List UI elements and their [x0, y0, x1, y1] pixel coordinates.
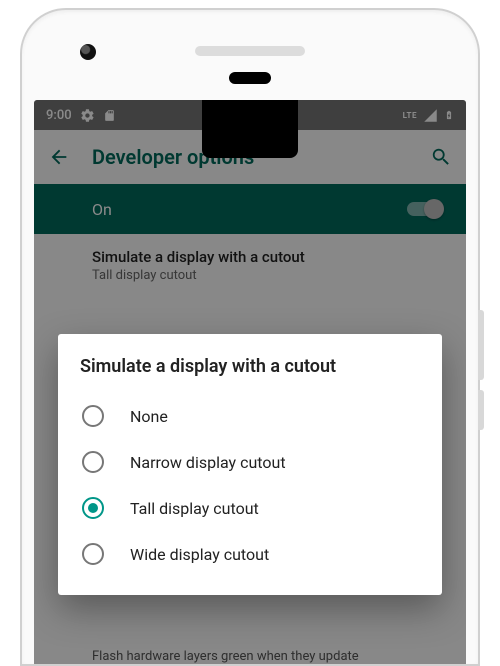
- option-wide[interactable]: Wide display cutout: [80, 531, 420, 577]
- dialog-title: Simulate a display with a cutout: [80, 356, 420, 377]
- camera-dot: [80, 44, 96, 60]
- phone-frame: 9:00 LTE: [20, 8, 480, 666]
- cutout-dialog: Simulate a display with a cutout None Na…: [58, 334, 442, 595]
- option-label: Tall display cutout: [130, 499, 259, 518]
- bezel: [22, 10, 478, 100]
- radio-icon: [82, 543, 104, 565]
- radio-icon: [82, 497, 104, 519]
- option-label: None: [130, 407, 168, 426]
- radio-icon: [82, 451, 104, 473]
- screen: 9:00 LTE: [34, 100, 466, 664]
- option-label: Narrow display cutout: [130, 453, 286, 472]
- option-tall[interactable]: Tall display cutout: [80, 485, 420, 531]
- sensor-pill: [229, 72, 271, 84]
- option-label: Wide display cutout: [130, 545, 269, 564]
- option-narrow[interactable]: Narrow display cutout: [80, 439, 420, 485]
- side-button: [478, 390, 484, 430]
- option-none[interactable]: None: [80, 393, 420, 439]
- radio-icon: [82, 405, 104, 427]
- side-button: [478, 310, 484, 380]
- speaker-grill: [195, 46, 305, 56]
